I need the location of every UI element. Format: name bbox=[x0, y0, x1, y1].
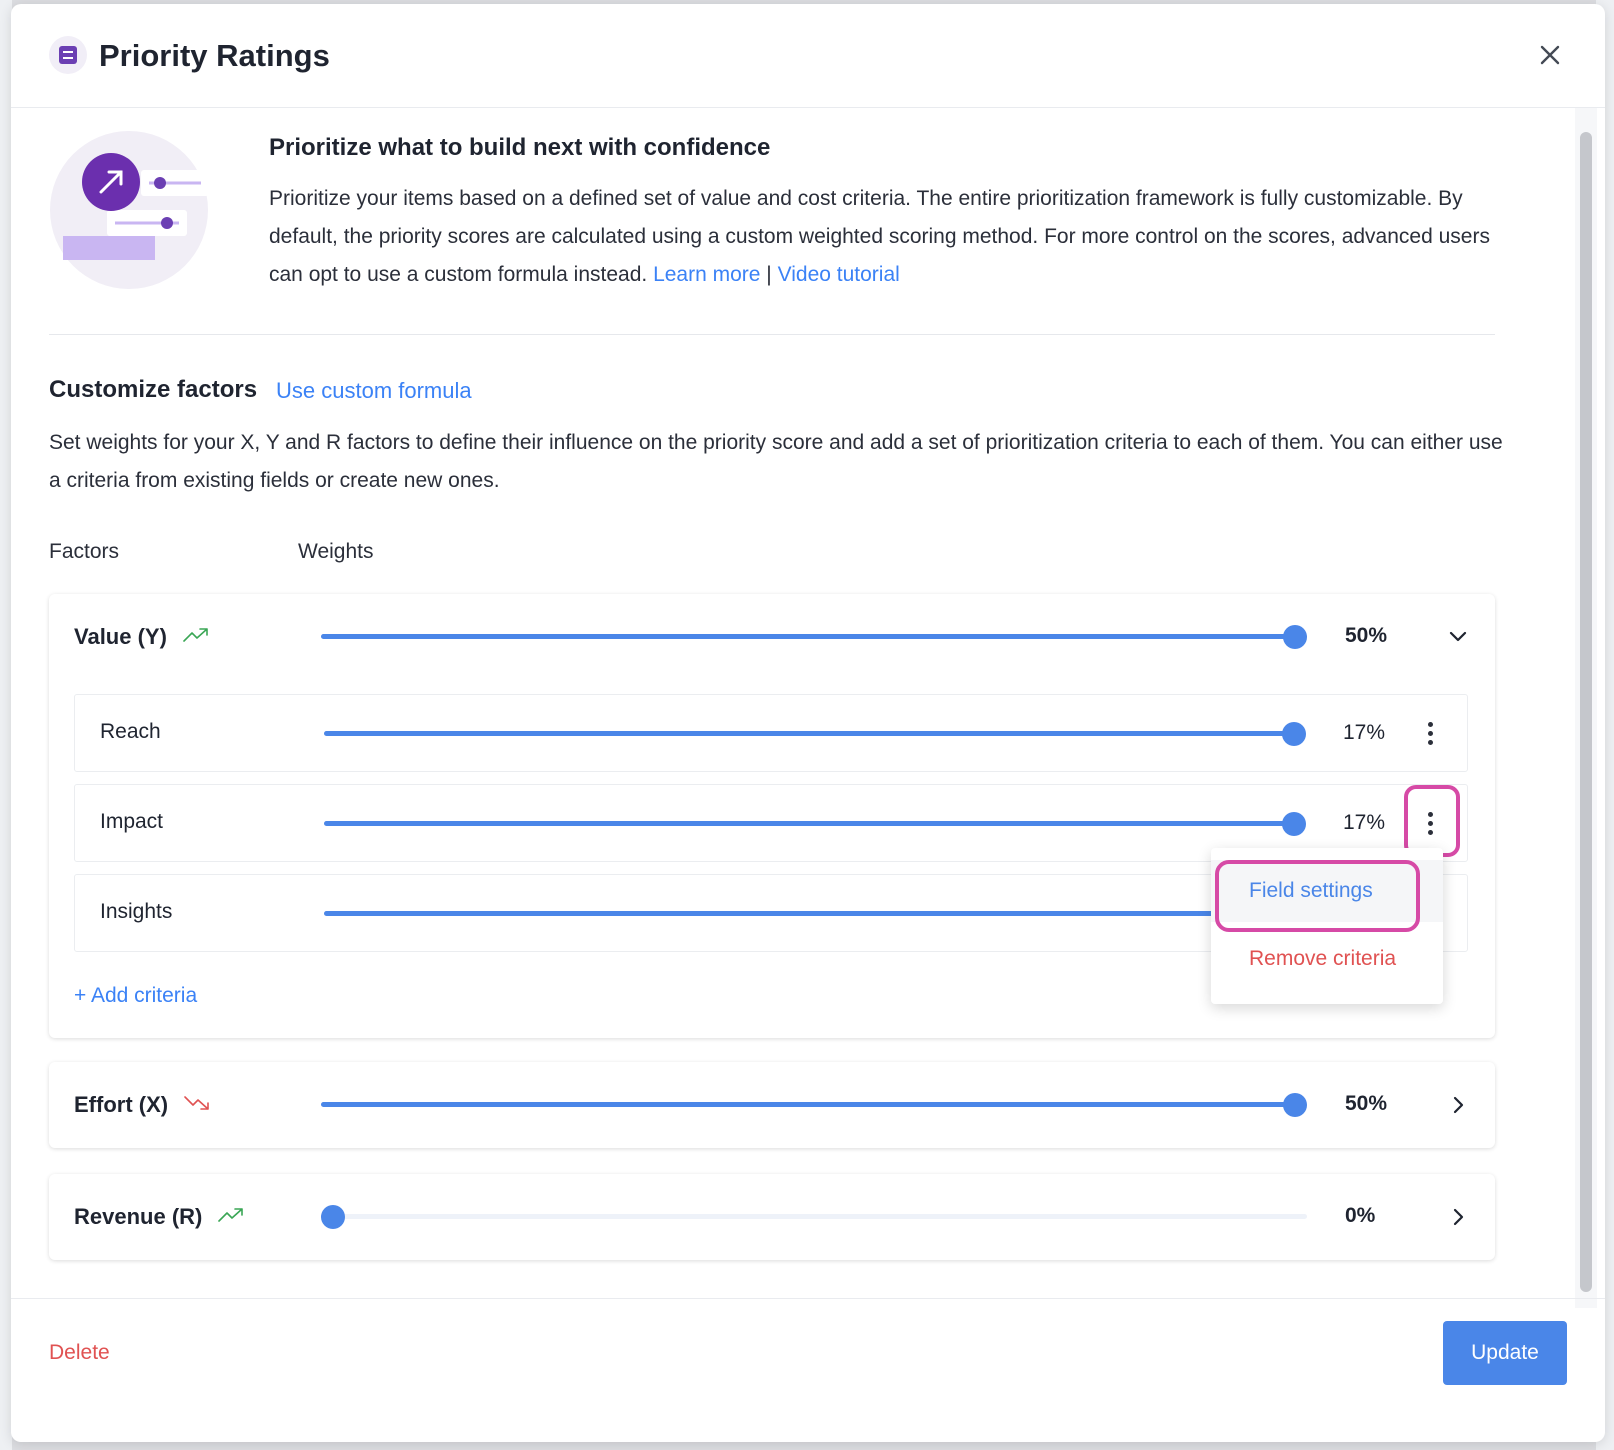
factor-name: Revenue (R) bbox=[74, 1204, 244, 1230]
criteria-name: Reach bbox=[100, 720, 161, 743]
video-tutorial-link[interactable]: Video tutorial bbox=[778, 263, 900, 286]
factor-name: Value (Y) bbox=[74, 624, 209, 650]
criteria-weight-percent: 17% bbox=[1343, 811, 1386, 834]
scrollbar-thumb[interactable] bbox=[1580, 132, 1592, 1292]
slider-handle[interactable] bbox=[321, 1205, 345, 1229]
criteria-weight-percent: 17% bbox=[1343, 721, 1386, 744]
modal-title: Priority Ratings bbox=[99, 38, 330, 73]
highlight-ring bbox=[1404, 785, 1460, 857]
scrollbar[interactable] bbox=[1575, 108, 1597, 1308]
weight-percent: 50% bbox=[1345, 624, 1388, 647]
factor-label: Revenue (R) bbox=[74, 1204, 203, 1229]
remove-criteria-menu-item[interactable]: Remove criteria bbox=[1211, 928, 1443, 990]
factor-card-effort: Effort (X) 50% bbox=[49, 1062, 1495, 1148]
weight-slider[interactable] bbox=[321, 625, 1307, 649]
more-options-button[interactable] bbox=[1415, 713, 1445, 753]
close-button[interactable] bbox=[1533, 38, 1567, 72]
link-separator: | bbox=[766, 263, 772, 286]
modal-footer: Delete Update bbox=[11, 1298, 1605, 1442]
delete-button[interactable]: Delete bbox=[49, 1341, 110, 1365]
prioritization-illustration bbox=[50, 131, 209, 289]
highlight-ring bbox=[1215, 860, 1420, 932]
use-custom-formula-link[interactable]: Use custom formula bbox=[276, 378, 472, 404]
add-criteria-link[interactable]: + Add criteria bbox=[74, 984, 197, 1008]
criteria-name: Impact bbox=[100, 810, 164, 833]
intro-text: Prioritize your items based on a defined… bbox=[269, 180, 1509, 294]
slider-handle[interactable] bbox=[1282, 722, 1306, 746]
customize-factors-title: Customize factors bbox=[49, 376, 258, 403]
criteria-name: Insights bbox=[100, 900, 173, 923]
learn-more-link[interactable]: Learn more bbox=[653, 263, 760, 286]
weight-slider[interactable] bbox=[321, 1093, 1307, 1117]
priority-ratings-modal: Priority Ratings Prioritize what to buil… bbox=[11, 4, 1605, 1442]
intro-title: Prioritize what to build next with confi… bbox=[269, 134, 771, 161]
slider-handle[interactable] bbox=[1283, 625, 1307, 649]
customize-factors-description: Set weights for your X, Y and R factors … bbox=[49, 431, 1503, 492]
modal-header: Priority Ratings bbox=[11, 4, 1605, 108]
criteria-weight-slider[interactable] bbox=[324, 812, 1306, 836]
weight-slider[interactable] bbox=[321, 1205, 1307, 1229]
factor-label: Value (Y) bbox=[74, 624, 167, 649]
slider-handle[interactable] bbox=[1282, 812, 1306, 836]
criteria-row-reach: Reach 17% bbox=[74, 694, 1468, 772]
section-divider bbox=[49, 334, 1495, 335]
update-button[interactable]: Update bbox=[1443, 1321, 1567, 1385]
trending-up-icon bbox=[218, 1208, 244, 1222]
chevron-right-icon[interactable] bbox=[1447, 1206, 1469, 1228]
weight-percent: 0% bbox=[1345, 1204, 1376, 1227]
priority-ratings-icon bbox=[49, 36, 87, 74]
weights-column-header: Weights bbox=[298, 540, 374, 563]
trending-up-icon bbox=[183, 628, 208, 642]
criteria-weight-slider[interactable] bbox=[324, 722, 1306, 746]
chevron-right-icon[interactable] bbox=[1447, 1094, 1469, 1116]
close-icon bbox=[1540, 45, 1560, 65]
factor-card-revenue: Revenue (R) 0% bbox=[49, 1174, 1495, 1260]
chevron-down-icon[interactable] bbox=[1447, 626, 1469, 648]
factor-name: Effort (X) bbox=[74, 1092, 210, 1118]
weight-percent: 50% bbox=[1345, 1092, 1388, 1115]
slider-handle[interactable] bbox=[1283, 1093, 1307, 1117]
factor-label: Effort (X) bbox=[74, 1092, 169, 1117]
trending-down-icon bbox=[184, 1096, 210, 1110]
factors-column-header: Factors bbox=[49, 540, 120, 563]
criteria-weight-slider[interactable] bbox=[324, 902, 1306, 926]
